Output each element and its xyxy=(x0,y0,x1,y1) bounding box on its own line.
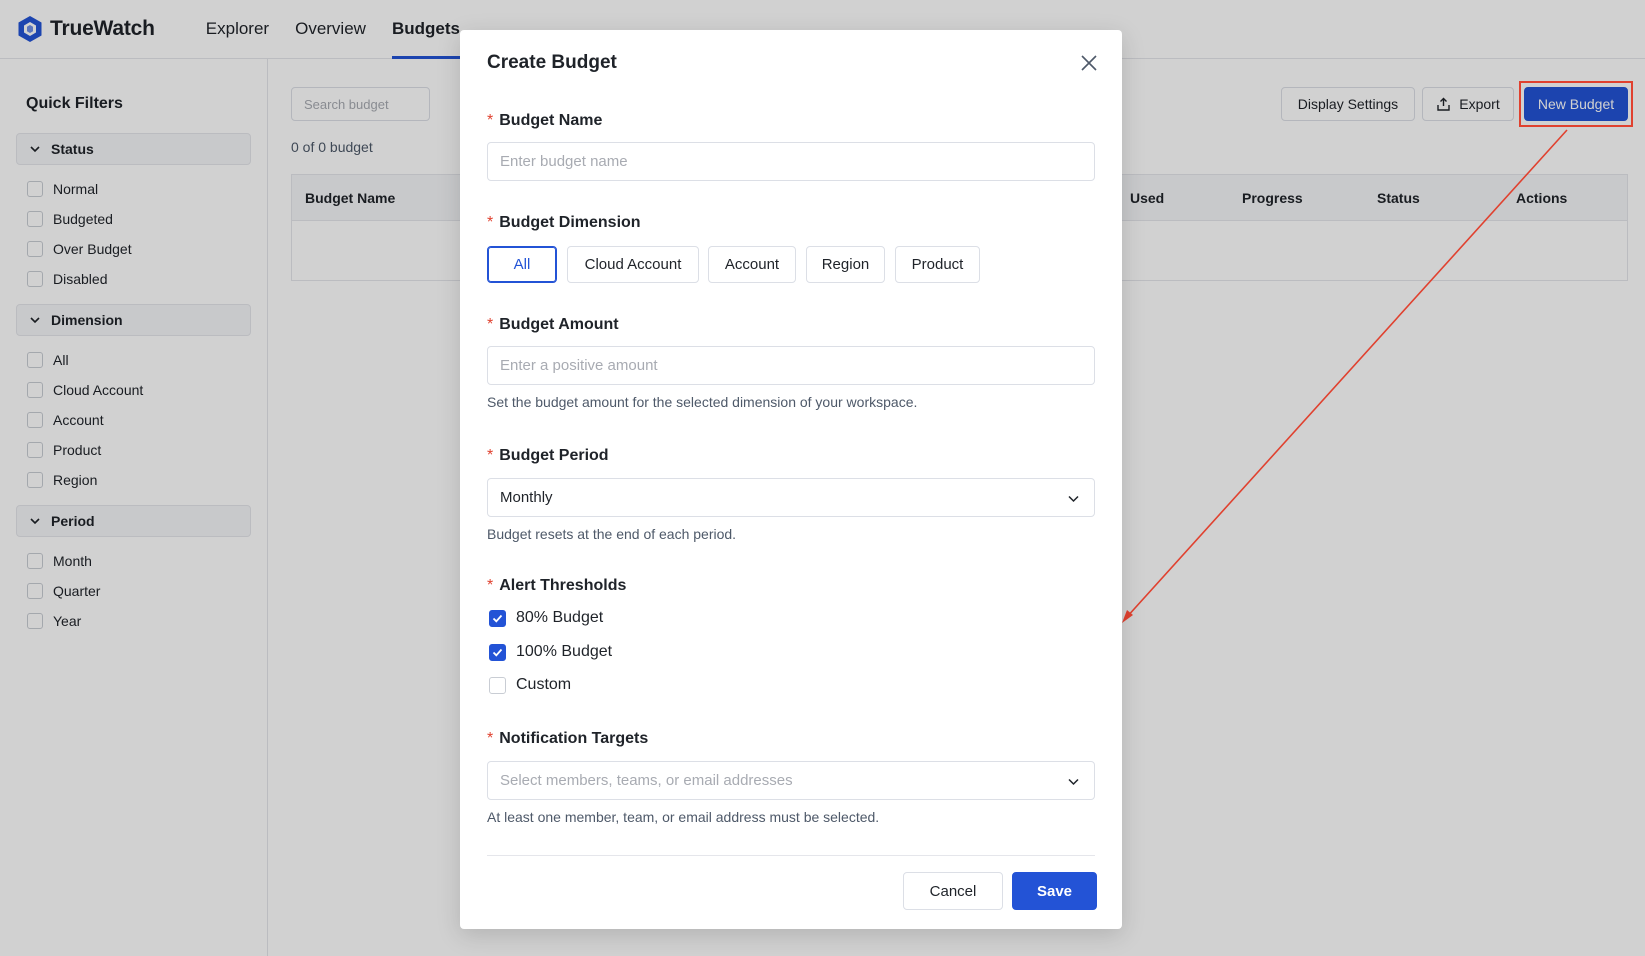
checkbox-unchecked[interactable] xyxy=(489,676,506,694)
dimension-option-account[interactable]: Account xyxy=(708,246,796,283)
check-icon xyxy=(492,648,503,657)
required-marker: * xyxy=(487,112,494,129)
budget-amount-help: Set the budget amount for the selected d… xyxy=(487,394,918,410)
label-text: Budget Period xyxy=(499,447,609,464)
label-text: Budget Amount xyxy=(499,316,619,333)
alert-threshold-label: Custom xyxy=(516,676,572,693)
alert-threshold-label: 80% Budget xyxy=(516,609,604,626)
alert-threshold-custom[interactable]: Custom xyxy=(489,676,571,694)
save-button[interactable]: Save xyxy=(1012,872,1097,910)
label-text: Notification Targets xyxy=(499,730,649,747)
checkbox-checked[interactable] xyxy=(489,643,506,661)
dimension-option-cloud-account[interactable]: Cloud Account xyxy=(567,246,699,283)
notification-targets-help: At least one member, team, or email addr… xyxy=(487,809,880,825)
budget-name-label: * Budget Name xyxy=(487,112,602,130)
create-budget-dialog: Create Budget * Budget Name Enter budget … xyxy=(460,30,1122,929)
notification-targets-select[interactable]: Select members, teams, or email addresse… xyxy=(487,761,1095,800)
annotation-highlight-box xyxy=(1519,81,1633,127)
alert-threshold-100[interactable]: 100% Budget xyxy=(489,643,612,661)
budget-amount-label: * Budget Amount xyxy=(487,316,619,334)
close-icon[interactable] xyxy=(1080,54,1098,72)
cancel-button[interactable]: Cancel xyxy=(903,872,1003,910)
budget-dimension-label: * Budget Dimension xyxy=(487,214,641,232)
dialog-title: Create Budget xyxy=(487,52,617,73)
required-marker: * xyxy=(487,730,494,747)
check-icon xyxy=(492,614,503,623)
alert-threshold-80[interactable]: 80% Budget xyxy=(489,609,603,627)
notification-targets-placeholder: Select members, teams, or email addresse… xyxy=(500,772,793,789)
label-text: Budget Dimension xyxy=(499,214,641,231)
checkbox-checked[interactable] xyxy=(489,609,506,627)
budget-name-input[interactable]: Enter budget name xyxy=(487,142,1095,181)
budget-period-value: Monthly xyxy=(500,489,553,506)
label-text: Alert Thresholds xyxy=(499,577,627,594)
budget-period-help: Budget resets at the end of each period. xyxy=(487,526,737,542)
dialog-footer-divider xyxy=(487,855,1095,856)
alert-thresholds-label: * Alert Thresholds xyxy=(487,577,626,595)
required-marker: * xyxy=(487,316,494,333)
dimension-option-all[interactable]: All xyxy=(487,246,557,283)
budget-amount-input[interactable]: Enter a positive amount xyxy=(487,346,1095,385)
notification-targets-label: * Notification Targets xyxy=(487,730,648,748)
chevron-down-icon xyxy=(1068,495,1079,503)
budget-period-label: * Budget Period xyxy=(487,447,609,465)
label-text: Budget Name xyxy=(499,112,603,129)
dimension-option-region[interactable]: Region xyxy=(806,246,885,283)
dimension-option-product[interactable]: Product xyxy=(895,246,980,283)
budget-period-select[interactable]: Monthly xyxy=(487,478,1095,517)
required-marker: * xyxy=(487,447,494,464)
alert-threshold-label: 100% Budget xyxy=(516,643,613,660)
chevron-down-icon xyxy=(1068,778,1079,786)
required-marker: * xyxy=(487,214,494,231)
required-marker: * xyxy=(487,577,494,594)
